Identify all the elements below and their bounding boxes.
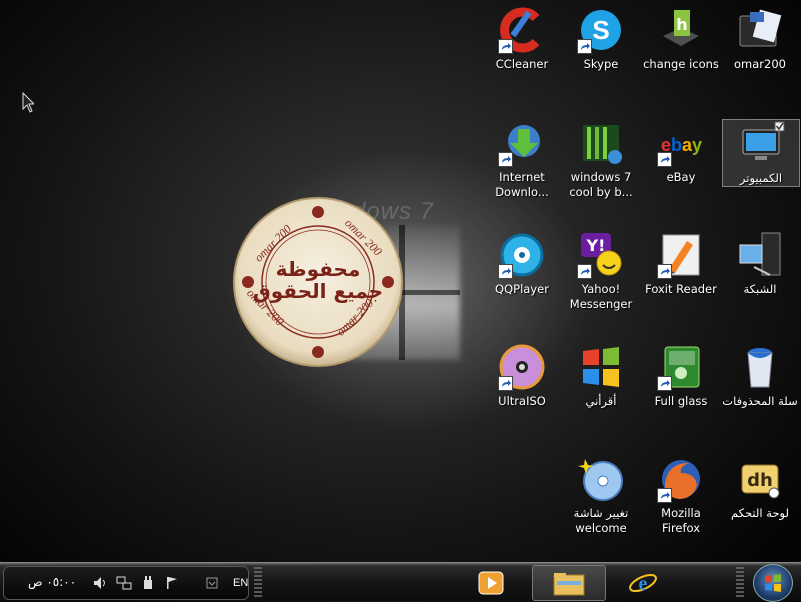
full-glass-icon bbox=[657, 343, 705, 391]
clock[interactable]: ٠٥:٠٠ ص bbox=[28, 575, 76, 589]
desktop-icon-label: eBay bbox=[666, 170, 696, 184]
shortcut-arrow-icon bbox=[498, 152, 513, 167]
desktop-icon-label: QQPlayer bbox=[495, 282, 549, 296]
language-indicator[interactable]: EN bbox=[233, 577, 248, 589]
shortcut-arrow-icon bbox=[498, 264, 513, 279]
ccleaner-icon bbox=[498, 6, 546, 54]
desktop-icon-welcome-screen[interactable]: تغيير شاشة welcome bbox=[563, 455, 639, 536]
desktop-icon-label: Full glass bbox=[654, 394, 708, 408]
desktop-icon-yahoo-messenger[interactable]: Y! Yahoo! Messenger bbox=[563, 231, 639, 312]
recycle-bin-icon bbox=[736, 343, 784, 391]
network-icon bbox=[736, 231, 784, 279]
shortcut-arrow-icon bbox=[657, 264, 672, 279]
desktop[interactable]: dows 7 omar 200 omar 200 omar 200 omar 2… bbox=[0, 0, 801, 562]
internet-explorer-taskbar-button[interactable]: e bbox=[608, 565, 680, 599]
qqplayer-icon bbox=[498, 231, 546, 279]
media-player-icon bbox=[478, 571, 504, 595]
power-plug-icon[interactable] bbox=[140, 575, 156, 591]
seal-center-text: محفوظة جميع الحقوق bbox=[232, 258, 404, 302]
desktop-icon-label: Foxit Reader bbox=[645, 282, 717, 296]
shortcut-arrow-icon bbox=[657, 488, 672, 503]
desktop-icon-ultraiso[interactable]: UltraISO bbox=[484, 343, 560, 409]
desktop-icon-ccleaner[interactable]: CCleaner bbox=[484, 6, 560, 72]
readme-windows-icon bbox=[577, 343, 625, 391]
desktop-icon-label: omar200 bbox=[734, 57, 786, 71]
desktop-icon-computer[interactable]: الكمبيوتر bbox=[722, 119, 800, 187]
desktop-icon-omar200[interactable]: omar200 bbox=[722, 6, 798, 72]
desktop-icon-foxit-reader[interactable]: Foxit Reader bbox=[643, 231, 719, 297]
desktop-icon-label: UltraISO bbox=[498, 394, 546, 408]
ebay-icon: ebay bbox=[657, 119, 705, 167]
change-icons-icon: h bbox=[657, 6, 705, 54]
desktop-icon-video-file[interactable]: windows 7 cool by b... bbox=[563, 119, 639, 200]
video-file-icon bbox=[577, 119, 625, 167]
taskbar: ٠٥:٠٠ ص EN e bbox=[0, 562, 801, 602]
system-tray: ٠٥:٠٠ ص EN bbox=[3, 566, 249, 600]
shortcut-arrow-icon bbox=[577, 39, 592, 54]
desktop-icon-label: Skype bbox=[583, 57, 619, 71]
desktop-icon-label: تغيير شاشة welcome bbox=[573, 506, 629, 535]
desktop-icon-label: أقرأني bbox=[585, 394, 617, 408]
volume-icon[interactable] bbox=[92, 575, 108, 591]
desktop-icon-internet-download-manager[interactable]: Internet Downlo... bbox=[484, 119, 560, 200]
taskbar-grip[interactable] bbox=[736, 567, 744, 597]
desktop-icon-ebay[interactable]: ebay eBay bbox=[643, 119, 719, 185]
shortcut-arrow-icon bbox=[577, 264, 592, 279]
desktop-icon-label: لوحة التحكم bbox=[731, 506, 789, 520]
folder-icon bbox=[736, 6, 784, 54]
svg-text:h: h bbox=[676, 15, 687, 34]
show-hidden-icons-icon[interactable] bbox=[206, 577, 218, 589]
desktop-icon-label: Yahoo! Messenger bbox=[569, 282, 633, 311]
seal-line-1: محفوظة bbox=[275, 257, 361, 281]
desktop-icon-skype[interactable]: S Skype bbox=[563, 6, 639, 72]
desktop-icon-label: change icons bbox=[643, 57, 719, 71]
yahoo-messenger-icon: Y! bbox=[577, 231, 625, 279]
shortcut-arrow-icon bbox=[498, 39, 513, 54]
desktop-icon-recycle-bin[interactable]: سلة المحذوفات bbox=[722, 343, 798, 409]
desktop-icon-label: الشبكة bbox=[743, 282, 777, 296]
internet-download-manager-icon bbox=[498, 119, 546, 167]
media-player-taskbar-button[interactable] bbox=[456, 565, 528, 599]
foxit-reader-icon bbox=[657, 231, 705, 279]
internet-explorer-icon: e bbox=[629, 573, 657, 595]
desktop-icon-control-panel[interactable]: dh لوحة التحكم bbox=[722, 455, 798, 521]
folder-icon bbox=[553, 573, 585, 596]
explorer-taskbar-button[interactable] bbox=[532, 565, 606, 601]
shortcut-arrow-icon bbox=[498, 376, 513, 391]
control-panel-icon: dh bbox=[736, 455, 784, 503]
network-tray-icon[interactable] bbox=[116, 575, 132, 591]
desktop-icon-full-glass[interactable]: Full glass bbox=[643, 343, 719, 409]
svg-text:dh: dh bbox=[747, 470, 773, 491]
desktop-icon-readme[interactable]: أقرأني bbox=[563, 343, 639, 409]
shortcut-arrow-icon bbox=[657, 376, 672, 391]
desktop-icon-label: سلة المحذوفات bbox=[722, 394, 798, 408]
svg-text:e: e bbox=[639, 573, 648, 595]
desktop-icon-label: windows 7 cool by b... bbox=[569, 170, 633, 199]
action-center-flag-icon[interactable] bbox=[164, 575, 180, 591]
svg-text:Y!: Y! bbox=[586, 236, 606, 255]
seal-line-2: جميع الحقوق bbox=[252, 279, 384, 303]
desktop-icon-label: Internet Downlo... bbox=[495, 170, 549, 199]
ultraiso-icon bbox=[498, 343, 546, 391]
desktop-icon-firefox[interactable]: Mozilla Firefox bbox=[643, 455, 719, 536]
desktop-icon-change-icons[interactable]: h change icons bbox=[643, 6, 719, 72]
mouse-cursor-icon bbox=[22, 92, 34, 113]
shortcut-arrow-icon bbox=[657, 152, 672, 167]
start-orb-icon[interactable] bbox=[753, 564, 793, 602]
desktop-icon-network[interactable]: الشبكة bbox=[722, 231, 798, 297]
welcome-screen-icon bbox=[577, 455, 625, 503]
desktop-icon-label: Mozilla Firefox bbox=[661, 506, 701, 535]
desktop-icon-qqplayer[interactable]: QQPlayer bbox=[484, 231, 560, 297]
computer-icon bbox=[737, 120, 785, 168]
desktop-icon-label: CCleaner bbox=[495, 57, 549, 71]
copyright-seal: omar 200 omar 200 omar 200 omar 200 محفو… bbox=[232, 196, 404, 368]
desktop-icon-label: الكمبيوتر bbox=[739, 171, 783, 185]
svg-text:S: S bbox=[592, 15, 609, 45]
firefox-icon bbox=[657, 455, 705, 503]
skype-icon: S bbox=[577, 6, 625, 54]
taskbar-grip[interactable] bbox=[254, 567, 262, 597]
windows-logo-icon bbox=[765, 574, 781, 592]
